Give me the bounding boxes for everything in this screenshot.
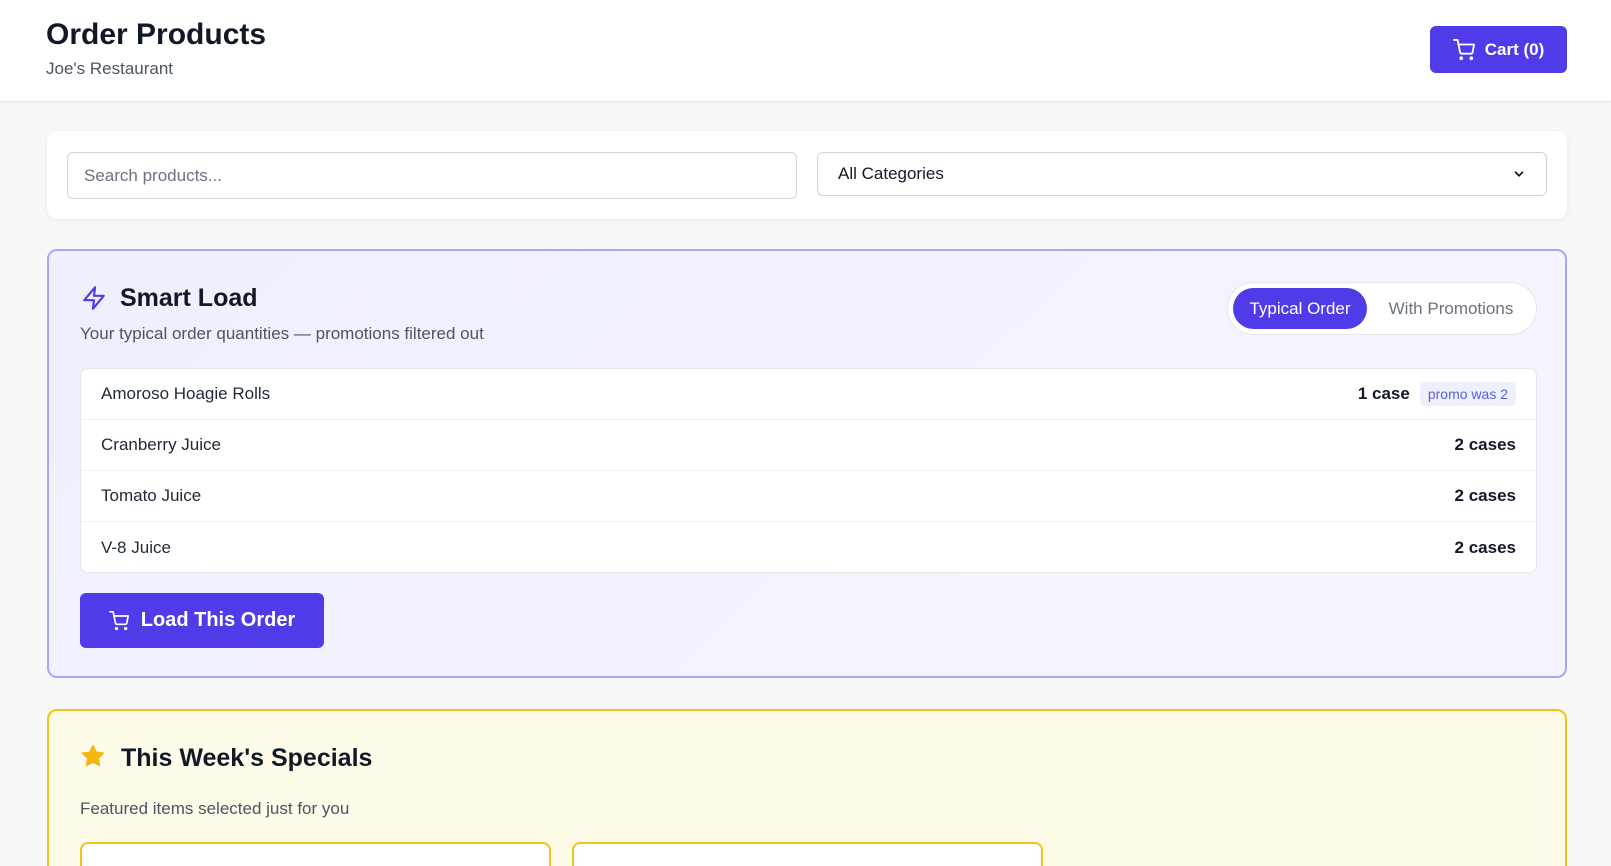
cart-icon <box>1452 38 1475 60</box>
load-order-label: Load This Order <box>140 609 296 631</box>
promo-badge: promo was 2 <box>1419 382 1516 406</box>
toggle-typical-order[interactable]: Typical Order <box>1233 288 1367 329</box>
star-icon <box>81 744 105 767</box>
category-select[interactable]: All Categories <box>817 152 1547 196</box>
special-product-card[interactable] <box>572 842 1043 866</box>
list-item: V-8 Juice 2 cases <box>81 522 1536 572</box>
search-input[interactable] <box>67 152 797 199</box>
search-filter-card: All Categories <box>47 131 1567 219</box>
lightning-icon <box>83 286 105 310</box>
weekly-specials-card: This Week's Specials Featured items sele… <box>47 709 1567 866</box>
cart-icon <box>108 610 129 630</box>
specials-subtitle: Featured items selected just for you <box>80 799 350 818</box>
cart-button-label: Cart (0) <box>1484 39 1545 59</box>
chevron-down-icon <box>1514 171 1524 177</box>
item-name: Tomato Juice <box>101 486 202 505</box>
special-product-card[interactable] <box>80 842 551 866</box>
item-quantity: 2 cases <box>1454 537 1516 557</box>
restaurant-name: Joe's Restaurant <box>46 59 174 78</box>
item-quantity: 2 cases <box>1454 486 1516 505</box>
list-item: Amoroso Hoagie Rolls 1 case promo was 2 <box>81 369 1536 420</box>
toggle-with-promotions[interactable]: With Promotions <box>1371 288 1531 329</box>
specials-title: This Week's Specials <box>121 744 373 772</box>
category-select-value: All Categories <box>838 164 944 183</box>
page-title: Order Products <box>46 18 267 51</box>
smart-load-list: Amoroso Hoagie Rolls 1 case promo was 2 … <box>80 368 1537 573</box>
load-order-button[interactable]: Load This Order <box>80 593 324 648</box>
top-header: Order Products Joe's Restaurant Cart (0) <box>0 0 1611 102</box>
order-mode-toggle: Typical Order With Promotions <box>1227 282 1537 335</box>
smart-load-title: Smart Load <box>120 284 258 312</box>
cart-button[interactable]: Cart (0) <box>1430 26 1567 73</box>
item-quantity: 2 cases <box>1454 435 1516 454</box>
item-name: Amoroso Hoagie Rolls <box>101 384 271 403</box>
smart-load-subtitle: Your typical order quantities — promotio… <box>80 324 484 343</box>
smart-load-card: Smart Load Your typical order quantities… <box>47 249 1567 678</box>
item-name: V-8 Juice <box>101 537 171 557</box>
item-quantity: 1 case <box>1357 384 1410 403</box>
list-item: Cranberry Juice 2 cases <box>81 420 1536 471</box>
list-item: Tomato Juice 2 cases <box>81 471 1536 522</box>
item-name: Cranberry Juice <box>101 435 221 454</box>
